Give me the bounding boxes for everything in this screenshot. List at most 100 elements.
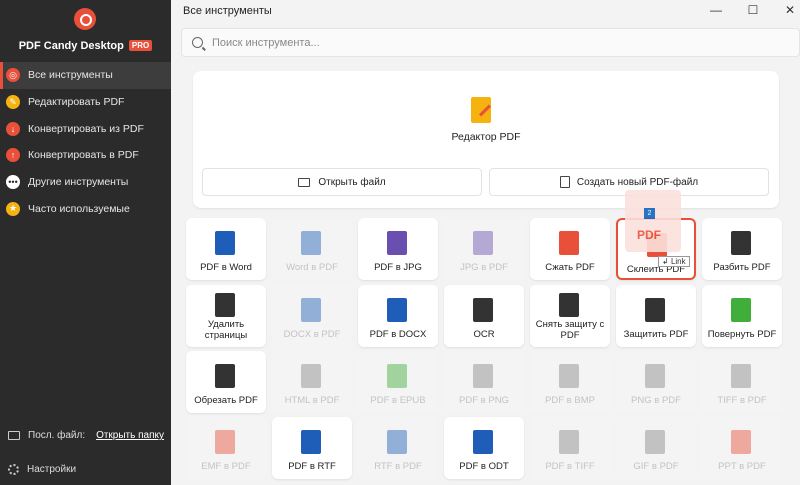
tool-icon xyxy=(473,231,493,255)
tool-label: PDF в JPG xyxy=(374,262,422,273)
brand-name: PDF Candy Desktop xyxy=(18,40,124,52)
sidebar-item-label: Конвертировать в PDF xyxy=(28,149,139,162)
maximize-button[interactable]: ☐ xyxy=(743,3,763,17)
tool-icon xyxy=(301,430,321,454)
sidebar-item-frequent[interactable]: ★ Часто используемые xyxy=(0,195,171,222)
tool-tile[interactable]: Повернуть PDF xyxy=(702,285,782,347)
tool-label: EMF в PDF xyxy=(201,461,251,472)
minimize-button[interactable]: — xyxy=(706,3,726,17)
tool-tile[interactable]: HTML в PDF xyxy=(272,351,352,413)
sidebar-item-all-tools[interactable]: ◎ Все инструменты xyxy=(0,62,171,89)
settings-label: Настройки xyxy=(27,464,77,475)
folder-icon xyxy=(8,431,20,440)
tool-icon xyxy=(301,298,321,322)
tool-tile[interactable]: PDF в TIFF xyxy=(530,417,610,479)
tool-icon xyxy=(559,293,579,317)
tool-icon xyxy=(215,430,235,454)
tool-icon xyxy=(215,231,235,255)
target-icon: ◎ xyxy=(6,68,20,83)
page-title: Все инструменты xyxy=(183,5,272,17)
tool-tile[interactable]: DOCX в PDF xyxy=(272,285,352,347)
tool-label: PDF в Word xyxy=(200,262,252,273)
tool-tile[interactable]: PDF в BMP xyxy=(530,351,610,413)
tool-tile[interactable]: Защитить PDF xyxy=(616,285,696,347)
tool-tile[interactable]: PDF в EPUB xyxy=(358,351,438,413)
main-area: Все инструменты — ☐ ✕ Поиск инструмента.… xyxy=(171,0,800,485)
search-input[interactable]: Поиск инструмента... xyxy=(181,28,800,57)
tool-icon xyxy=(473,298,493,322)
app-brand: PDF Candy Desktop PRO xyxy=(0,40,171,52)
tool-label: PDF в ODT xyxy=(459,461,509,472)
app-logo-icon xyxy=(74,8,96,30)
new-pdf-label: Создать новый PDF-файл xyxy=(576,176,699,188)
tool-tile[interactable]: GIF в PDF xyxy=(616,417,696,479)
tool-icon xyxy=(387,231,407,255)
tool-tile[interactable]: OCR xyxy=(444,285,524,347)
tool-label: Разбить PDF xyxy=(713,262,771,273)
tool-tile[interactable]: Word в PDF xyxy=(272,218,352,280)
tool-icon xyxy=(387,364,407,388)
tool-tile[interactable]: EMF в PDF xyxy=(186,417,266,479)
sidebar-nav: ◎ Все инструменты ✎ Редактировать PDF ↓ … xyxy=(0,62,171,222)
open-file-button[interactable]: Открыть файл xyxy=(202,168,482,196)
tool-icon xyxy=(645,430,665,454)
tool-tile[interactable]: Снять защиту с PDF xyxy=(530,285,610,347)
tool-icon xyxy=(387,430,407,454)
tool-label: PNG в PDF xyxy=(631,395,681,406)
tool-tile[interactable]: PDF в JPG xyxy=(358,218,438,280)
tool-tile[interactable]: PDF в PNG xyxy=(444,351,524,413)
tool-tile[interactable]: JPG в PDF xyxy=(444,218,524,280)
tool-label: Повернуть PDF xyxy=(707,329,777,340)
tool-label: HTML в PDF xyxy=(284,395,340,406)
drag-file-label: PDF xyxy=(637,228,661,242)
search-placeholder: Поиск инструмента... xyxy=(212,36,320,49)
tool-tile[interactable]: PDF в DOCX xyxy=(358,285,438,347)
tool-tile[interactable]: PDF в ODT xyxy=(444,417,524,479)
tool-label: JPG в PDF xyxy=(460,262,508,273)
sidebar-item-label: Конвертировать из PDF xyxy=(28,122,144,135)
sidebar-item-label: Все инструменты xyxy=(28,69,113,82)
tool-tile[interactable]: PDF в Word xyxy=(186,218,266,280)
sidebar-item-convert-from-pdf[interactable]: ↓ Конвертировать из PDF xyxy=(0,115,171,142)
tool-tile[interactable]: RTF в PDF xyxy=(358,417,438,479)
recent-file-label: Посл. файл: xyxy=(28,430,86,441)
tool-label: TIFF в PDF xyxy=(717,395,767,406)
sidebar: PDF Candy Desktop PRO ◎ Все инструменты … xyxy=(0,0,171,485)
pdf-editor-icon xyxy=(471,97,491,123)
tool-label: PDF в TIFF xyxy=(545,461,595,472)
open-folder-link[interactable]: Открыть папку xyxy=(96,430,164,441)
tool-icon xyxy=(645,364,665,388)
tool-label: Обрезать PDF xyxy=(194,395,258,406)
sidebar-item-edit-pdf[interactable]: ✎ Редактировать PDF xyxy=(0,89,171,116)
sidebar-item-other-tools[interactable]: ••• Другие инструменты xyxy=(0,169,171,196)
tool-icon xyxy=(473,430,493,454)
tool-icon xyxy=(645,298,665,322)
settings-button[interactable]: Настройки xyxy=(8,464,76,475)
tool-icon xyxy=(301,231,321,255)
sidebar-item-label: Другие инструменты xyxy=(28,176,129,189)
tool-tile[interactable]: Удалить страницы xyxy=(186,285,266,347)
tool-label: PDF в PNG xyxy=(459,395,509,406)
tool-label: PDF в DOCX xyxy=(369,329,427,340)
tool-tile[interactable]: PPT в PDF xyxy=(702,417,782,479)
new-file-icon xyxy=(559,176,570,188)
sidebar-item-convert-to-pdf[interactable]: ↑ Конвертировать в PDF xyxy=(0,142,171,169)
more-icon: ••• xyxy=(6,175,20,190)
pdf-editor-card[interactable]: Редактор PDF Открыть файл Создать новый … xyxy=(193,71,779,208)
tool-tile[interactable]: Обрезать PDF xyxy=(186,351,266,413)
tool-tile[interactable]: TIFF в PDF xyxy=(702,351,782,413)
tool-label: PDF в RTF xyxy=(288,461,336,472)
tool-icon xyxy=(731,430,751,454)
tool-icon xyxy=(301,364,321,388)
tool-icon xyxy=(559,430,579,454)
tool-label: DOCX в PDF xyxy=(283,329,341,340)
close-button[interactable]: ✕ xyxy=(780,3,800,17)
tool-tile[interactable]: PDF в RTF xyxy=(272,417,352,479)
drag-link-text: Link xyxy=(670,257,686,266)
tool-tile[interactable]: Сжать PDF xyxy=(530,218,610,280)
tool-tile[interactable]: PNG в PDF xyxy=(616,351,696,413)
tool-label: Удалить страницы xyxy=(204,319,248,341)
search-icon xyxy=(192,37,203,48)
tool-tile[interactable]: Разбить PDF xyxy=(702,218,782,280)
tool-label: PPT в PDF xyxy=(718,461,766,472)
